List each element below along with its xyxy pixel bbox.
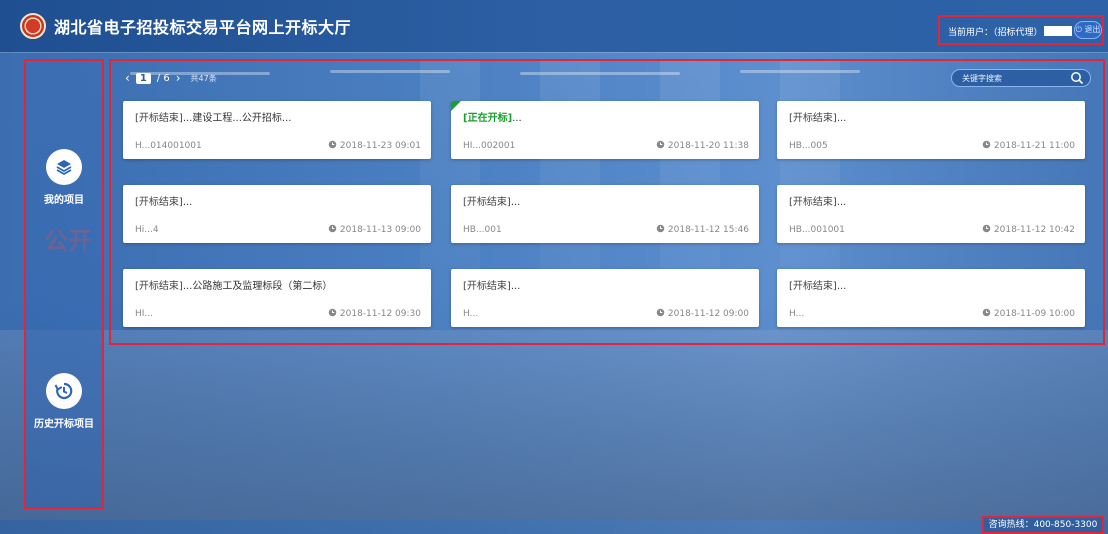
clock-icon: [328, 224, 337, 233]
clock-icon: [982, 140, 991, 149]
next-page-icon[interactable]: ›: [176, 71, 181, 85]
live-flag: [451, 101, 461, 111]
card-title: [开标结束]...: [463, 277, 747, 292]
username-redacted: [1044, 26, 1072, 36]
project-code: HI...: [135, 309, 154, 319]
card-status: [开标结束]: [135, 281, 183, 292]
open-time: 2018-11-21 11:00: [982, 140, 1075, 151]
card-status: [开标结束]: [135, 197, 183, 208]
clock-icon: [656, 140, 665, 149]
search-icon[interactable]: [1070, 71, 1084, 85]
card-title: [开标结束]...建设工程...公开招标...: [135, 109, 419, 124]
clock-icon: [982, 224, 991, 233]
logout-button[interactable]: ⏻ 退出: [1074, 21, 1102, 39]
open-time: 2018-11-09 10:00: [982, 308, 1075, 319]
top-bar: 湖北省电子招投标交易平台网上开标大厅 当前用户：（招标代理） ⏻ 退出: [0, 0, 1108, 52]
card-title: [开标结束]...: [463, 193, 747, 208]
project-card[interactable]: [开标结束]... HB...001001 2018-11-12 10:42: [777, 185, 1085, 243]
clock-icon: [656, 224, 665, 233]
user-panel: 当前用户：（招标代理） ⏻ 退出: [938, 15, 1104, 45]
card-status: [正在开标]: [463, 113, 513, 124]
clock-icon: [328, 140, 337, 149]
project-card[interactable]: [开标结束]...公路施工及监理标段（第二标） HI... 2018-11-12…: [123, 269, 431, 327]
project-code: H...: [789, 309, 805, 319]
power-icon: ⏻: [1075, 25, 1082, 34]
layers-icon: [46, 149, 82, 185]
sidebar-item-history[interactable]: 历史开标项目: [26, 373, 102, 430]
current-page[interactable]: 1: [135, 72, 151, 84]
project-card[interactable]: [开标结束]...建设工程...公开招标... H...014001001 20…: [123, 101, 431, 159]
hall-floor: [0, 330, 1108, 520]
project-card[interactable]: [开标结束]... HB...001 2018-11-12 15:46: [451, 185, 759, 243]
page-title: 湖北省电子招投标交易平台网上开标大厅: [54, 18, 352, 37]
search-box: [951, 69, 1091, 87]
project-card[interactable]: [开标结束]... Hi...4 2018-11-13 09:00: [123, 185, 431, 243]
project-name: ...: [836, 197, 847, 208]
total-pages: / 6: [156, 72, 170, 84]
sidebar-item-label: 历史开标项目: [34, 419, 94, 430]
project-name: ...: [510, 281, 521, 292]
open-time: 2018-11-23 09:01: [328, 140, 421, 151]
card-title: [开标结束]...: [135, 193, 419, 208]
project-code: Hi...4: [135, 225, 159, 235]
sidebar-item-label: 我的项目: [44, 195, 84, 206]
card-status: [开标结束]: [463, 197, 511, 208]
card-title: [开标结束]...: [789, 193, 1073, 208]
project-code: H...: [463, 309, 479, 319]
project-code: HB...005: [789, 141, 828, 151]
clock-icon: [982, 308, 991, 317]
search-input[interactable]: [960, 73, 1064, 84]
open-time: 2018-11-12 15:46: [656, 224, 749, 235]
project-name: ...: [182, 197, 193, 208]
project-name: ...: [512, 113, 522, 124]
open-time: 2018-11-12 09:00: [656, 308, 749, 319]
current-user-label: 当前用户：（招标代理）: [948, 28, 1043, 38]
project-list-panel: ‹ 1 / 6 › 共47条 [开标结束]...建设工程...公开招标... H…: [109, 59, 1105, 345]
project-card[interactable]: [开标结束]... H... 2018-11-09 10:00: [777, 269, 1085, 327]
project-code: HI...002001: [463, 141, 516, 151]
open-time: 2018-11-20 11:38: [656, 140, 749, 151]
card-status: [开标结束]: [463, 281, 511, 292]
card-status: [开标结束]: [789, 281, 837, 292]
open-time: 2018-11-12 10:42: [982, 224, 1075, 235]
clock-icon: [328, 308, 337, 317]
card-title: [开标结束]...: [789, 109, 1073, 124]
hotline-badge: 咨询热线：400-850-3300: [982, 516, 1104, 534]
prev-page-icon[interactable]: ‹: [125, 71, 130, 85]
open-time: 2018-11-12 09:30: [328, 308, 421, 319]
sidebar: 公开 我的项目 历史开标项目: [24, 59, 104, 509]
card-status: [开标结束]: [135, 113, 183, 124]
project-card[interactable]: [开标结束]... HB...005 2018-11-21 11:00: [777, 101, 1085, 159]
project-code: HB...001001: [789, 225, 845, 235]
card-title: [开标结束]...: [789, 277, 1073, 292]
pagination: ‹ 1 / 6 › 共47条: [125, 71, 217, 85]
project-code: H...014001001: [135, 141, 202, 151]
platform-logo: [20, 13, 46, 39]
record-count: 共47条: [190, 73, 217, 83]
open-time: 2018-11-13 09:00: [328, 224, 421, 235]
project-name: ...建设工程...公开招标...: [182, 113, 292, 124]
project-name: ...: [836, 113, 847, 124]
card-title: [正在开标]...: [463, 109, 747, 124]
project-name: ...: [836, 281, 847, 292]
project-card[interactable]: [开标结束]... H... 2018-11-12 09:00: [451, 269, 759, 327]
project-card-live[interactable]: [正在开标]... HI...002001 2018-11-20 11:38: [451, 101, 759, 159]
clock-icon: [656, 308, 665, 317]
card-status: [开标结束]: [789, 113, 837, 124]
logout-label: 退出: [1084, 25, 1101, 34]
sidebar-item-my-projects[interactable]: 我的项目: [26, 149, 102, 206]
project-code: HB...001: [463, 225, 502, 235]
background-watermark: 公开: [44, 227, 92, 255]
history-icon: [46, 373, 82, 409]
card-title: [开标结束]...公路施工及监理标段（第二标）: [135, 277, 419, 292]
project-name: ...: [510, 197, 521, 208]
card-status: [开标结束]: [789, 197, 837, 208]
project-name: ...公路施工及监理标段（第二标）: [182, 281, 333, 292]
